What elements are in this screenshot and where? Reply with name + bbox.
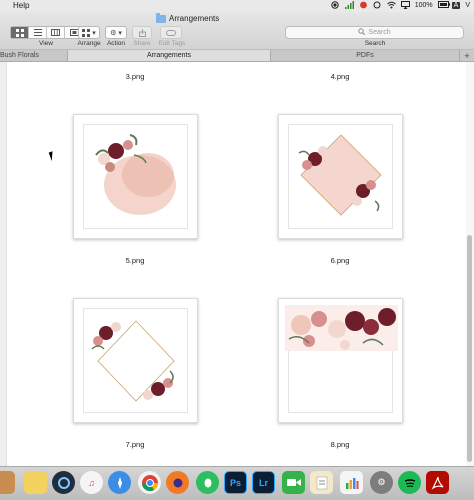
list-icon [33, 29, 42, 36]
vertical-scrollbar[interactable] [466, 62, 474, 466]
tab-bush-florals[interactable]: Bush Florals [0, 50, 68, 61]
dock: ♫ Ps Lr ⚙ [0, 466, 474, 500]
window-title-text: Arrangements [169, 14, 220, 23]
lightroom-icon[interactable]: Lr [252, 471, 275, 494]
creative-cloud-icon[interactable] [359, 1, 368, 9]
firefox-icon[interactable] [166, 471, 189, 494]
arrange-label: Arrange [77, 40, 101, 47]
gear-icon: ⚙ [110, 29, 117, 37]
file-caption-8[interactable]: 8.png [300, 440, 380, 449]
photoshop-icon[interactable]: Ps [224, 471, 247, 494]
icon-view-button[interactable] [11, 27, 29, 38]
file-thumbnail-6[interactable] [278, 114, 403, 239]
file-caption-5[interactable]: 5.png [95, 256, 175, 265]
finder-toolbar: Arrangements View ▾ Arrange ⚙ ▾ Action S… [0, 12, 474, 50]
chevron-down-icon: ▾ [92, 29, 96, 37]
tab-bar: Bush Florals Arrangements PDFs + [0, 50, 474, 62]
action-button[interactable]: ⚙ ▾ [105, 26, 127, 39]
airplay-icon[interactable] [400, 1, 410, 9]
edit-tags-label: Edit Tags [158, 40, 186, 47]
textedit-icon[interactable] [310, 471, 333, 494]
signal-icon[interactable] [344, 1, 354, 9]
white-diamond-floral-frame-artwork [91, 320, 175, 402]
folder-icon [156, 12, 166, 23]
file-caption-3[interactable]: 3.png [95, 72, 175, 81]
facetime-icon[interactable] [282, 471, 305, 494]
file-caption-4[interactable]: 4.png [300, 72, 380, 81]
quicktime-icon[interactable] [52, 471, 75, 494]
window-title: Arrangements [156, 12, 220, 23]
file-thumbnail-7[interactable] [73, 298, 198, 423]
safari-icon[interactable] [108, 471, 131, 494]
battery-percent: 100% [414, 1, 433, 9]
floral-border-top-artwork [285, 305, 398, 351]
edit-tags-button[interactable] [160, 26, 182, 39]
sync-icon[interactable] [373, 1, 382, 9]
record-icon[interactable] [331, 1, 340, 9]
search-icon [358, 28, 366, 37]
tab-arrangements[interactable]: Arrangements [68, 50, 271, 61]
search-label: Search [364, 40, 386, 47]
chevron-down-icon: ▾ [118, 29, 122, 37]
menu-help[interactable]: Help [13, 1, 29, 10]
spotify-icon[interactable] [398, 471, 421, 494]
scrollbar-thumb[interactable] [467, 235, 472, 462]
column-view-button[interactable] [47, 27, 65, 38]
file-thumbnail-8[interactable] [278, 298, 403, 423]
status-area: 100% A V [331, 1, 470, 9]
wifi-icon[interactable] [386, 1, 396, 9]
share-label: Share [133, 40, 151, 47]
diamond-floral-frame-artwork [298, 134, 382, 216]
system-preferences-icon[interactable]: ⚙ [370, 471, 393, 494]
list-view-button[interactable] [29, 27, 47, 38]
view-label: View [39, 40, 53, 47]
search-field[interactable]: Search [285, 26, 464, 39]
view-switcher [10, 26, 84, 39]
battery-icon[interactable] [437, 1, 450, 9]
input-source-indicator[interactable]: A [451, 1, 461, 9]
columns-icon [51, 29, 60, 36]
tag-icon [166, 29, 176, 36]
menu-bar: Help 100% A V [0, 0, 474, 12]
chrome-icon[interactable] [138, 471, 161, 494]
grid-icon [15, 28, 24, 37]
action-label: Action [106, 40, 126, 47]
sidebar-edge [0, 62, 7, 466]
numbers-icon[interactable] [340, 471, 363, 494]
app-partial-icon[interactable] [0, 471, 15, 494]
share-button[interactable] [132, 26, 152, 39]
watercolor-floral-artwork [95, 134, 176, 215]
arrange-button[interactable]: ▾ [78, 26, 100, 39]
search-placeholder: Search [368, 29, 391, 36]
file-thumbnail-5[interactable] [73, 114, 198, 239]
tab-pdfs[interactable]: PDFs [271, 50, 460, 61]
itunes-icon[interactable]: ♫ [80, 471, 103, 494]
evernote-icon[interactable] [196, 471, 219, 494]
acrobat-icon[interactable] [426, 471, 449, 494]
file-caption-7[interactable]: 7.png [95, 440, 175, 449]
file-caption-6[interactable]: 6.png [300, 256, 380, 265]
menubar-cutoff-text: V [465, 1, 470, 9]
arrange-grid-icon [82, 28, 91, 37]
new-tab-button[interactable]: + [460, 50, 474, 61]
notes-icon[interactable] [24, 471, 47, 494]
share-icon [138, 28, 146, 37]
